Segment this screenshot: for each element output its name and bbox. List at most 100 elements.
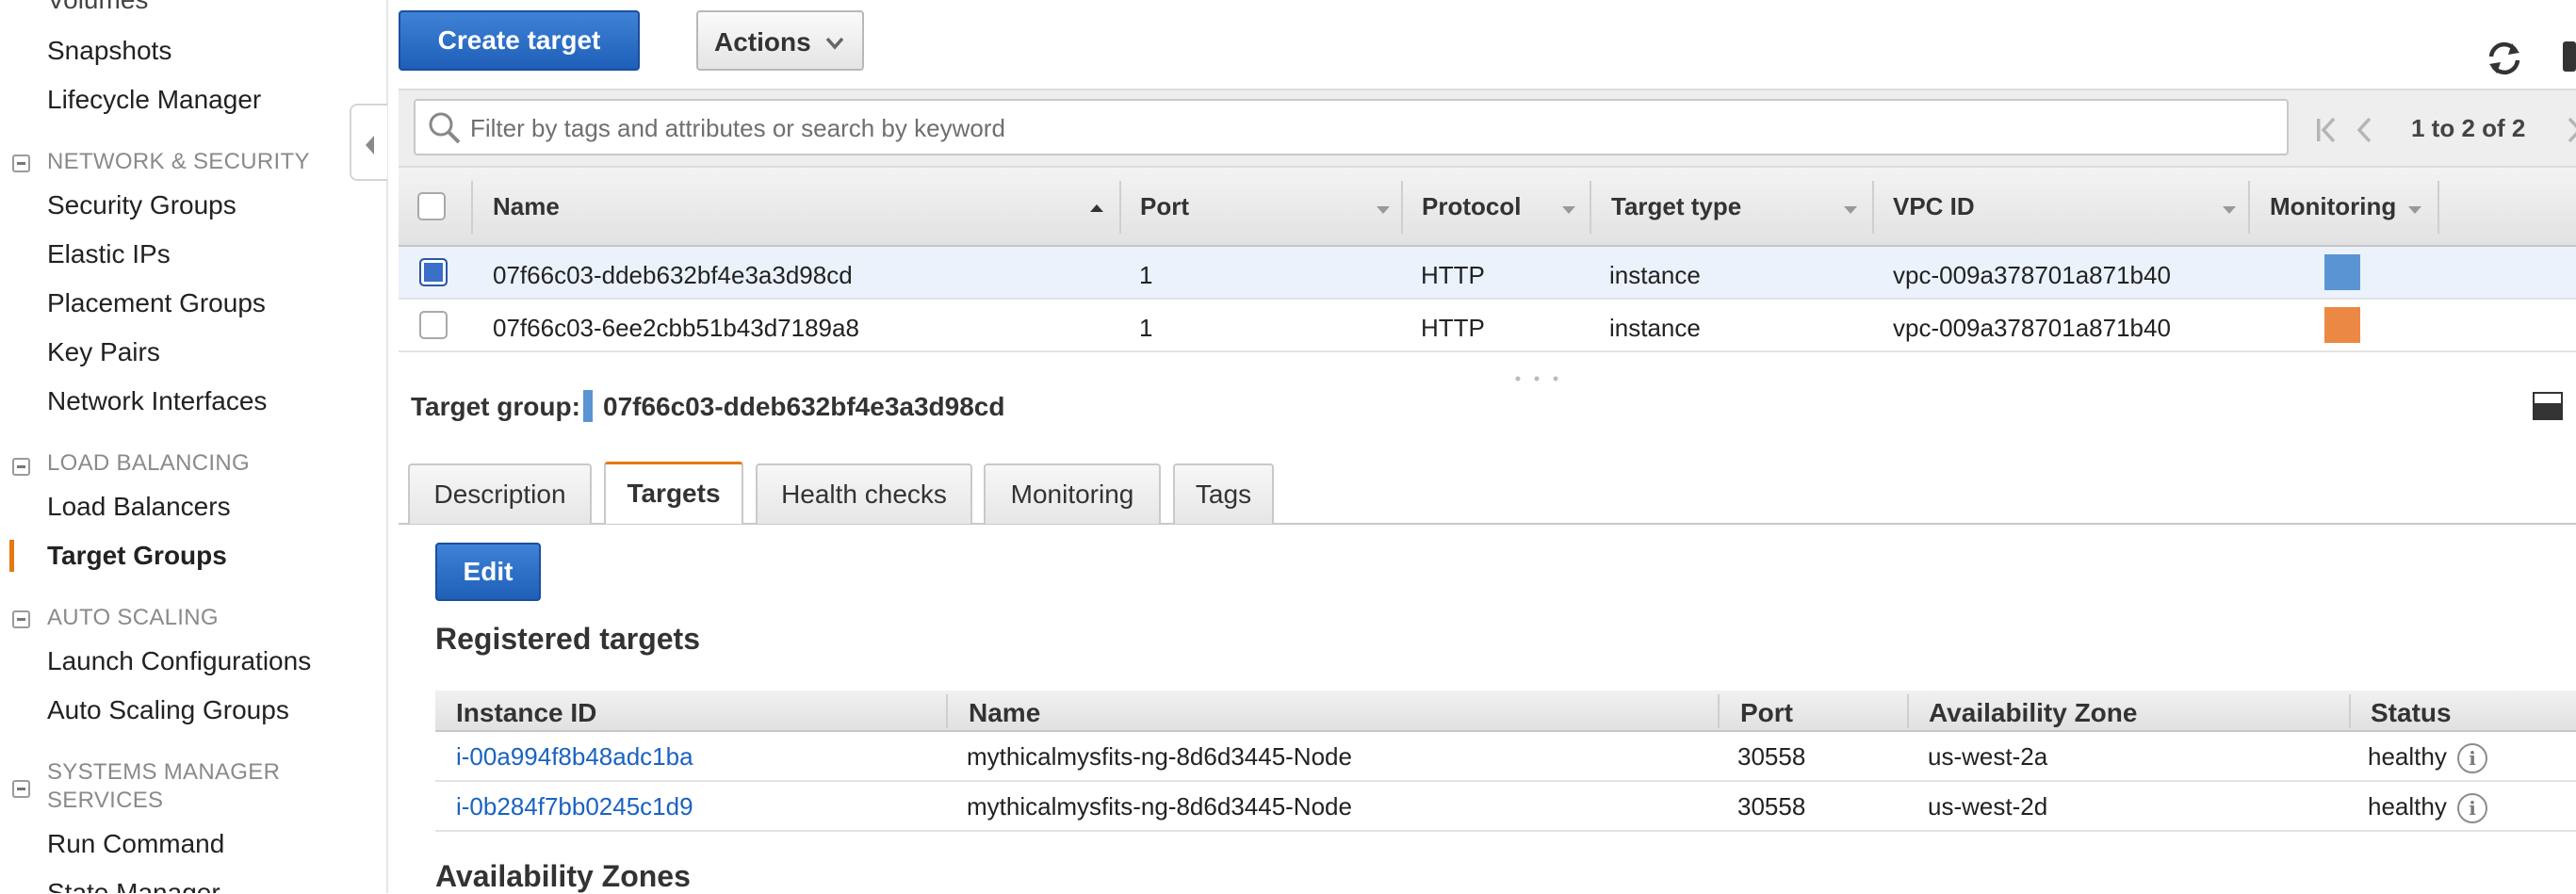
sort-ascending-icon[interactable] [1089,203,1104,213]
sort-dropdown-icon[interactable] [1376,205,1391,215]
collapse-load-balancing-icon[interactable] [12,458,30,476]
sidebar-item-auto-scaling-groups[interactable]: Auto Scaling Groups [47,695,289,725]
column-separator [471,181,473,234]
sidebar-item-volumes[interactable]: Volumes [47,0,148,15]
create-target-group-button[interactable]: Create target group [399,10,640,111]
target-group-title: 07f66c03-ddeb632bf4e3a3d98cd [603,392,1005,421]
instance-id-link[interactable]: i-0b284f7bb0245c1d9 [456,792,693,821]
panel-splitter[interactable] [399,373,2576,384]
actions-button[interactable]: Actions [696,10,864,71]
tab-targets[interactable]: Targets [604,462,743,524]
instance-port: 30558 [1737,792,1806,821]
target-group-vpc-id: vpc-009a378701a871b40 [1893,261,2171,289]
target-group-port: 1 [1139,314,1153,342]
row-checkbox[interactable] [419,311,448,339]
sidebar-section-load-balancing[interactable]: LOAD BALANCING [47,450,250,477]
info-icon[interactable]: i [2457,793,2487,823]
column-separator [1907,694,1909,728]
previous-page-icon[interactable] [2355,117,2373,143]
sidebar-section-systems-manager-line2[interactable]: SERVICES [47,788,163,814]
tab-description[interactable]: Description [408,463,592,524]
column-header-target-type[interactable]: Target type [1611,192,1741,221]
instance-name: mythicalmysfits-ng-8d6d3445-Node [967,742,1352,771]
column-separator [1119,181,1121,234]
sidebar-collapse-handle[interactable] [350,104,387,181]
column-header-availability-zone[interactable]: Availability Zone [1929,698,2137,728]
edit-button[interactable]: Edit [435,543,541,601]
column-header-port[interactable]: Port [1740,698,1793,728]
sidebar-item-network-interfaces[interactable]: Network Interfaces [47,386,267,416]
availability-zones-heading: Availability Zones [435,859,691,893]
drag-handle-icon [1515,376,1558,382]
target-group-name: 07f66c03-6ee2cbb51b43d7189a8 [493,314,859,342]
column-header-instance-id[interactable]: Instance ID [456,698,596,728]
sidebar-item-key-pairs[interactable]: Key Pairs [47,337,160,367]
chevron-left-icon [366,136,374,154]
target-group-port: 1 [1139,261,1153,289]
first-page-icon[interactable] [2315,117,2338,143]
column-header-monitoring[interactable]: Monitoring [2270,192,2396,221]
table-row[interactable]: 07f66c03-ddeb632bf4e3a3d98cd 1 HTTP inst… [399,247,2576,300]
monitoring-color-swatch [2324,307,2360,343]
sidebar-section-systems-manager[interactable]: SYSTEMS MANAGER [47,759,280,786]
maximize-panel-icon[interactable] [2533,392,2563,420]
target-group-target-type: instance [1609,261,1701,289]
collapse-systems-manager-icon[interactable] [12,780,30,798]
target-row: i-0b284f7bb0245c1d9 mythicalmysfits-ng-8… [435,782,2576,832]
sidebar-section-auto-scaling[interactable]: AUTO SCALING [47,605,219,631]
tab-monitoring[interactable]: Monitoring [984,463,1161,524]
target-group-name: 07f66c03-ddeb632bf4e3a3d98cd [493,261,853,289]
tab-tags[interactable]: Tags [1173,463,1274,524]
next-page-icon[interactable] [2566,117,2576,143]
instance-port: 30558 [1737,742,1806,771]
sidebar-item-snapshots[interactable]: Snapshots [47,36,171,66]
table-row[interactable]: 07f66c03-6ee2cbb51b43d7189a8 1 HTTP inst… [399,300,2576,352]
info-icon[interactable]: i [2457,743,2487,773]
instance-id-link[interactable]: i-00a994f8b48adc1ba [456,742,693,772]
sort-dropdown-icon[interactable] [1843,205,1858,215]
instance-name: mythicalmysfits-ng-8d6d3445-Node [967,792,1352,821]
column-separator [2248,181,2250,234]
target-group-protocol: HTTP [1421,314,1485,342]
column-header-status[interactable]: Status [2371,698,2452,728]
instance-status: healthy [2368,742,2447,771]
target-group-target-type: instance [1609,314,1701,342]
search-box[interactable] [414,99,2289,155]
column-header-name[interactable]: Name [493,192,560,221]
sidebar-section-network-security[interactable]: NETWORK & SECURITY [47,149,310,175]
column-header-protocol[interactable]: Protocol [1422,192,1521,221]
target-row: i-00a994f8b48adc1ba mythicalmysfits-ng-8… [435,732,2576,782]
sidebar-item-elastic-ips[interactable]: Elastic IPs [47,239,171,269]
column-header-port[interactable]: Port [1140,192,1189,221]
sidebar-item-launch-configurations[interactable]: Launch Configurations [47,646,311,676]
column-header-name[interactable]: Name [969,698,1040,728]
sidebar-item-run-command[interactable]: Run Command [47,829,224,859]
column-separator [946,694,948,728]
sidebar-item-target-groups[interactable]: Target Groups [47,541,227,571]
search-input[interactable] [468,110,2262,146]
column-separator [1872,181,1874,234]
sort-dropdown-icon[interactable] [2222,205,2237,215]
row-checkbox[interactable] [419,258,448,286]
settings-icon-partial[interactable] [2559,38,2576,75]
registered-targets-heading: Registered targets [435,622,700,656]
sort-dropdown-icon[interactable] [1561,205,1576,215]
sort-dropdown-icon[interactable] [2407,205,2422,215]
refresh-icon[interactable] [2484,38,2525,79]
sidebar-item-lifecycle-manager[interactable]: Lifecycle Manager [47,85,261,115]
select-all-checkbox[interactable] [417,192,446,220]
sidebar-item-load-balancers[interactable]: Load Balancers [47,492,231,522]
collapse-network-security-icon[interactable] [12,154,30,172]
monitoring-color-swatch [2324,254,2360,290]
tab-health-checks[interactable]: Health checks [756,463,972,524]
grid-header: Name Port Protocol Target type VPC ID Mo… [399,168,2576,247]
chevron-down-icon [825,37,844,50]
column-header-vpc-id[interactable]: VPC ID [1893,192,1975,221]
sidebar-item-placement-groups[interactable]: Placement Groups [47,288,266,318]
column-separator [1401,181,1403,234]
sidebar-item-state-manager[interactable]: State Manager [47,878,220,893]
sidebar-item-security-groups[interactable]: Security Groups [47,190,236,220]
instance-availability-zone: us-west-2a [1928,742,2048,771]
collapse-auto-scaling-icon[interactable] [12,610,30,628]
actions-label: Actions [714,27,811,57]
